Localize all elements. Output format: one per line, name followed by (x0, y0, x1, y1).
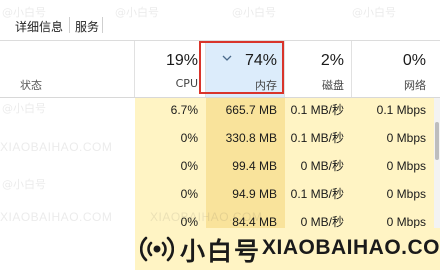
process-name-cell[interactable] (0, 154, 135, 182)
memory-percent: 74% (244, 52, 277, 69)
process-name-cell[interactable] (0, 126, 135, 154)
chevron-down-icon (222, 55, 232, 61)
column-header-network[interactable]: 0% 网络 (352, 41, 434, 97)
disk-percent: 2% (320, 52, 344, 69)
disk-cell: 0 MB/秒 (285, 154, 352, 182)
disk-cell: 0.1 MB/秒 (285, 126, 352, 154)
table-row[interactable]: 6.7% 665.7 MB 0.1 MB/秒 0.1 Mbps (0, 98, 440, 126)
disk-cell: 0.1 MB/秒 (285, 98, 352, 126)
column-header-status[interactable]: 状态 (20, 77, 42, 93)
network-percent: 0% (402, 52, 426, 69)
table-row[interactable]: 0% 99.4 MB 0 MB/秒 0 Mbps (0, 154, 440, 182)
cpu-cell: 0% (135, 154, 206, 182)
cpu-percent: 19% (165, 52, 198, 69)
cpu-cell: 0% (135, 126, 206, 154)
network-cell: 0 Mbps (352, 154, 434, 182)
column-header-row: 状态 19% CPU 74% 内存 2% 磁盘 0% 网络 (0, 41, 440, 98)
scrollbar-thumb[interactable] (435, 122, 439, 160)
network-cell: 0 Mbps (352, 126, 434, 154)
process-name-cell[interactable] (0, 210, 135, 238)
column-header-disk[interactable]: 2% 磁盘 (285, 41, 352, 97)
disk-cell: 0.1 MB/秒 (285, 182, 352, 210)
tab-separator (69, 17, 70, 33)
tab-bar: 详细信息 服务 (0, 0, 440, 41)
cpu-cell: 6.7% (135, 98, 206, 126)
network-cell: 0.1 Mbps (352, 98, 434, 126)
table-row[interactable]: 0% 330.8 MB 0.1 MB/秒 0 Mbps (0, 126, 440, 154)
memory-cell: 330.8 MB (206, 126, 285, 154)
process-name-cell[interactable] (0, 98, 135, 126)
tab-details[interactable]: 详细信息 (15, 18, 63, 35)
tab-services[interactable]: 服务 (75, 18, 99, 35)
memory-cell: 99.4 MB (206, 154, 285, 182)
table-row[interactable]: 0% 94.9 MB 0.1 MB/秒 0 Mbps (0, 182, 440, 210)
network-cell: 0 Mbps (352, 182, 434, 210)
cpu-cell: 0% (135, 182, 206, 210)
broadcast-icon (140, 236, 174, 262)
column-header-memory[interactable]: 74% 内存 (206, 41, 285, 97)
brand-name-en: XIAOBAIHAO.COM (262, 236, 440, 259)
disk-label: 磁盘 (322, 79, 344, 92)
process-list: 6.7% 665.7 MB 0.1 MB/秒 0.1 Mbps 0% 330.8… (0, 98, 440, 238)
column-header-cpu[interactable]: 19% CPU (135, 41, 206, 97)
memory-label: 内存 (255, 79, 277, 92)
network-label: 网络 (404, 79, 426, 92)
brand-name-cn: 小白号 (180, 237, 262, 266)
memory-cell: 94.9 MB (206, 182, 285, 210)
tab-separator (102, 17, 103, 33)
process-name-cell[interactable] (0, 182, 135, 210)
cpu-label: CPU (175, 77, 198, 90)
memory-cell: 665.7 MB (206, 98, 285, 126)
